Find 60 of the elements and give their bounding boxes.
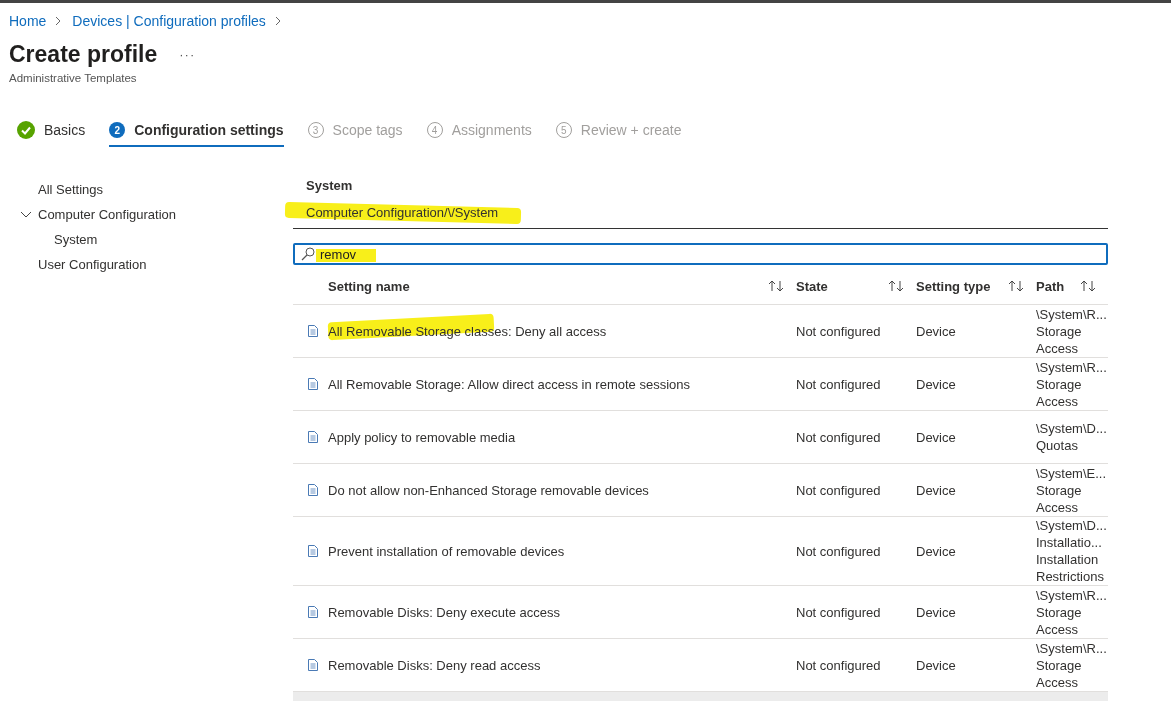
sort-icon — [768, 280, 784, 292]
setting-name[interactable]: Apply policy to removable media — [328, 429, 516, 445]
table-cell: Device — [916, 376, 956, 392]
wizard-step[interactable]: 2 Configuration settings — [109, 115, 284, 147]
document-icon — [307, 545, 318, 557]
breadcrumb-link[interactable]: Devices | Configuration profiles — [72, 13, 266, 29]
sort-icon — [888, 280, 904, 292]
sort-icon — [1080, 280, 1096, 292]
tree-item[interactable]: User Configuration — [38, 257, 147, 272]
section-path: Computer Configuration/\/System — [306, 205, 499, 220]
document-icon — [307, 378, 318, 390]
sort-icon — [1008, 280, 1024, 292]
column-header[interactable]: Setting name — [328, 278, 410, 294]
table-cell: Not configured — [796, 543, 881, 559]
page-subtitle: Administrative Templates — [9, 72, 138, 84]
document-icon — [307, 431, 318, 443]
setting-name[interactable]: All Removable Storage: Allow direct access in remote sessions — [328, 376, 690, 392]
table-cell: Device — [916, 482, 956, 498]
chevron-right-icon — [273, 16, 282, 26]
table-cell: Device — [916, 543, 956, 559]
table-cell: \System\D... Quotas — [1036, 420, 1108, 454]
table-cell: Device — [916, 657, 956, 673]
table-cell: Device — [916, 604, 956, 620]
setting-name[interactable]: Prevent installation of removable devices — [328, 543, 565, 559]
table-cell: \System\R... Storage Access — [1036, 305, 1108, 357]
setting-name[interactable]: Removable Disks: Deny read access — [328, 657, 541, 673]
column-header[interactable]: State — [796, 278, 828, 294]
section-title: System — [305, 177, 354, 195]
table-cell: Not configured — [796, 657, 881, 673]
tree-item[interactable]: All Settings — [38, 182, 104, 197]
column-header[interactable]: Path — [1036, 278, 1065, 294]
document-icon — [307, 325, 318, 337]
search-field[interactable]: remov — [293, 243, 1108, 265]
table-cell: Not configured — [796, 429, 881, 445]
wizard-step[interactable]: Basics — [17, 115, 86, 147]
document-icon — [307, 484, 318, 496]
table-cell: Not configured — [796, 604, 881, 620]
table-cell: Device — [916, 429, 956, 445]
table-cell: Device — [916, 323, 956, 339]
search-icon — [301, 247, 315, 261]
setting-name[interactable]: Removable Disks: Deny execute access — [328, 604, 560, 620]
column-header[interactable]: Setting type — [916, 278, 991, 294]
page-title: Create profile — [9, 40, 158, 68]
table-cell: Not configured — [796, 323, 881, 339]
chevron-right-icon — [54, 16, 63, 26]
table-cell: \System\R... Storage Access — [1036, 586, 1108, 638]
more-button[interactable]: ··· — [179, 46, 196, 62]
document-icon — [307, 659, 318, 671]
document-icon — [307, 606, 318, 618]
table-cell: \System\R... Storage Access — [1036, 639, 1108, 691]
breadcrumb-link[interactable]: Home — [9, 13, 47, 29]
table-cell: Not configured — [796, 482, 881, 498]
table-cell: \System\R... Storage Access — [1036, 358, 1108, 410]
table-cell: \System\E... Storage Access — [1036, 464, 1108, 516]
tree-item[interactable]: Computer Configuration — [38, 207, 177, 222]
table-cell: \System\D... Installatio... Installation Restrictions — [1036, 517, 1108, 585]
check-circle-icon — [17, 121, 35, 139]
tree-item[interactable]: System — [54, 232, 98, 247]
table-cell: Not configured — [796, 376, 881, 392]
setting-name[interactable]: Do not allow non-Enhanced Storage removable devices — [328, 482, 649, 498]
